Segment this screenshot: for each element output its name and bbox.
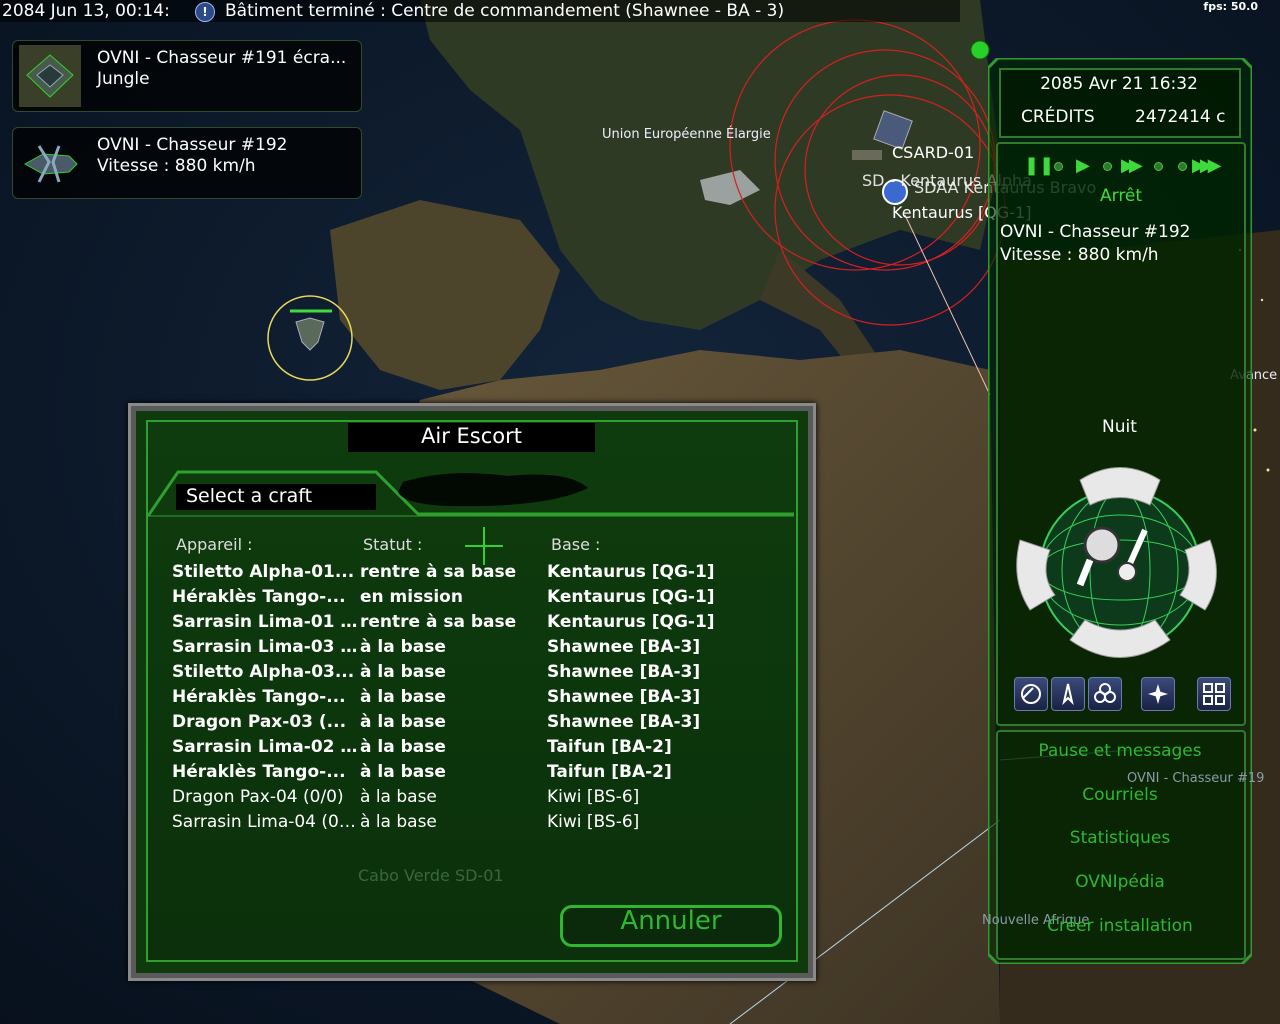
craft-row-craft: Stiletto Alpha-03... [172, 662, 355, 682]
pause-icon[interactable]: ❚❚ [1024, 155, 1054, 176]
map-label-union: Union Européenne Élargie [602, 127, 771, 142]
fast-forward-icon[interactable]: ▶▶ [1121, 155, 1143, 176]
play-icon[interactable]: ▶ [1076, 155, 1090, 176]
menu-build-installation[interactable]: Créer installation [996, 916, 1244, 936]
ufo-wreck-icon [19, 45, 81, 107]
craft-row[interactable]: Héraklès Tango-... à la base Taifun [BA-2] [0, 762, 672, 787]
craft-row[interactable]: Dragon Pax-04 (0/0) à la base Kiwi [BS-6] [0, 787, 639, 812]
craft-row-base: Kentaurus [QG-1] [547, 612, 715, 632]
ufo-fighter-icon [23, 145, 78, 183]
craft-row-craft: Héraklès Tango-... [172, 687, 346, 707]
craft-row-base: Shawnee [BA-3] [547, 712, 701, 732]
craft-row-craft: Sarrasin Lima-04 (0/... [172, 812, 358, 832]
menu-statistics[interactable]: Statistiques [996, 828, 1244, 848]
credits-value: 2472414 c [1135, 107, 1226, 127]
notification-card-ufo-crash[interactable]: OVNI - Chasseur #191 écra... Jungle [12, 40, 362, 112]
map-label-csard[interactable]: CSARD-01 [892, 143, 974, 162]
craft-row-base: Shawnee [BA-3] [547, 687, 701, 707]
fps-counter: fps: 50.0 [1203, 0, 1258, 13]
craft-row-status: à la base [360, 662, 446, 682]
craft-row-base: Shawnee [BA-3] [547, 662, 701, 682]
craft-row-base: Kiwi [BS-6] [547, 812, 640, 832]
craft-row-craft: Sarrasin Lima-02 ... [172, 737, 358, 757]
menu-ufopedia[interactable]: OVNIpédia [996, 872, 1244, 892]
speed-dot-icon[interactable] [1154, 162, 1163, 171]
craft-row[interactable]: Dragon Pax-03 (... à la base Shawnee [BA-3… [0, 712, 700, 737]
alert-icon[interactable]: ! [195, 2, 215, 22]
time-speed-controls: ❚❚ ▶ ▶▶ ▶▶▶ [1018, 155, 1228, 183]
craft-row-craft: Sarrasin Lima-03 ... [172, 637, 358, 657]
fastest-forward-icon[interactable]: ▶▶▶ [1192, 155, 1221, 176]
selected-ufo-speed: Vitesse : 880 km/h [1000, 245, 1159, 265]
craft-row-craft: Stiletto Alpha-01... [172, 562, 355, 582]
craft-row-status: à la base [360, 812, 437, 832]
selected-ufo-name: OVNI - Chasseur #192 [1000, 222, 1191, 242]
biohazard-icon[interactable] [1088, 677, 1122, 711]
craft-row-base: Kentaurus [QG-1] [547, 587, 715, 607]
grid-icon[interactable] [1197, 677, 1231, 711]
craft-row-status: rentre à sa base [360, 562, 517, 582]
craft-row[interactable]: Stiletto Alpha-01... rentre à sa base Kent… [0, 562, 715, 587]
time-state: Arrêt [1100, 186, 1143, 206]
notification-title: OVNI - Chasseur #192 [97, 135, 288, 155]
top-message: Bâtiment terminé : Centre de commandemen… [225, 1, 785, 21]
column-header-craft: Appareil : [176, 535, 253, 554]
craft-row-status: à la base [360, 637, 446, 657]
speed-dot-icon[interactable] [1178, 162, 1187, 171]
globe-rotate-control[interactable] [1010, 460, 1230, 670]
top-date: 2084 Jun 13, 00:14: [2, 1, 170, 21]
notification-detail: Jungle [97, 69, 150, 89]
craft-row-craft: Héraklès Tango-... [172, 587, 346, 607]
menu-mail[interactable]: Courriels [996, 785, 1244, 805]
craft-row-status: à la base [360, 712, 446, 732]
craft-row-craft: Dragon Pax-04 (0/0) [172, 787, 344, 807]
craft-row[interactable]: Héraklès Tango-... en mission Kentaurus [Q… [0, 587, 715, 612]
notification-detail: Vitesse : 880 km/h [97, 156, 256, 176]
menu-pause-messages[interactable]: Pause et messages [996, 741, 1244, 761]
crosshair-icon [465, 527, 503, 565]
compass-icon[interactable] [1141, 677, 1175, 711]
craft-row-base: Taifun [BA-2] [547, 762, 672, 782]
aircraft-icon[interactable] [1051, 677, 1085, 711]
craft-row-status: à la base [360, 787, 437, 807]
column-header-status: Statut : [363, 535, 423, 554]
craft-row-status: en mission [360, 587, 463, 607]
craft-row[interactable]: Sarrasin Lima-04 (0/... à la base Kiwi [BS… [0, 812, 639, 837]
craft-row[interactable]: Sarrasin Lima-02 ... à la base Taifun [BA-… [0, 737, 672, 762]
craft-row-base: Shawnee [BA-3] [547, 637, 701, 657]
craft-row[interactable]: Héraklès Tango-... à la base Shawnee [BA-3… [0, 687, 700, 712]
cancel-button-label[interactable]: Annuler [560, 906, 782, 936]
craft-row-craft: Sarrasin Lima-01 ... [172, 612, 358, 632]
craft-row-status: à la base [360, 737, 446, 757]
notification-title: OVNI - Chasseur #191 écra... [97, 48, 347, 68]
craft-row-base: Kiwi [BS-6] [547, 787, 640, 807]
tab-select-craft[interactable]: Select a craft [186, 485, 312, 507]
dialog-title: Air Escort [421, 424, 522, 448]
top-status-bar: 2084 Jun 13, 00:14: ! Bâtiment terminé :… [0, 0, 960, 22]
map-label-ufo-tag: OVNI - Chasseur #19 [1127, 771, 1265, 786]
game-date: 2085 Avr 21 16:32 [1040, 74, 1198, 94]
credits-label: CRÉDITS [1021, 107, 1095, 127]
notification-card-ufo-fighter[interactable]: OVNI - Chasseur #192 Vitesse : 880 km/h [12, 127, 362, 199]
speed-dot-icon[interactable] [1103, 162, 1112, 171]
daylight-state: Nuit [1102, 417, 1137, 437]
craft-row-base: Kentaurus [QG-1] [547, 562, 715, 582]
craft-row-craft: Dragon Pax-03 (... [172, 712, 347, 732]
craft-row-craft: Héraklès Tango-... [172, 762, 346, 782]
radar-icon[interactable] [1014, 677, 1048, 711]
column-header-base: Base : [551, 535, 601, 554]
craft-row-status: à la base [360, 762, 446, 782]
craft-row[interactable]: Stiletto Alpha-03... à la base Shawnee [BA… [0, 662, 700, 687]
craft-row-base: Taifun [BA-2] [547, 737, 672, 757]
speed-dot-icon[interactable] [1054, 162, 1063, 171]
craft-row-status: rentre à sa base [360, 612, 517, 632]
ghost-map-label: Cabo Verde SD-01 [358, 866, 504, 885]
craft-row[interactable]: Sarrasin Lima-01 ... rentre à sa base Kent… [0, 612, 715, 637]
craft-row[interactable]: Sarrasin Lima-03 ... à la base Shawnee [BA… [0, 637, 700, 662]
craft-row-status: à la base [360, 687, 446, 707]
